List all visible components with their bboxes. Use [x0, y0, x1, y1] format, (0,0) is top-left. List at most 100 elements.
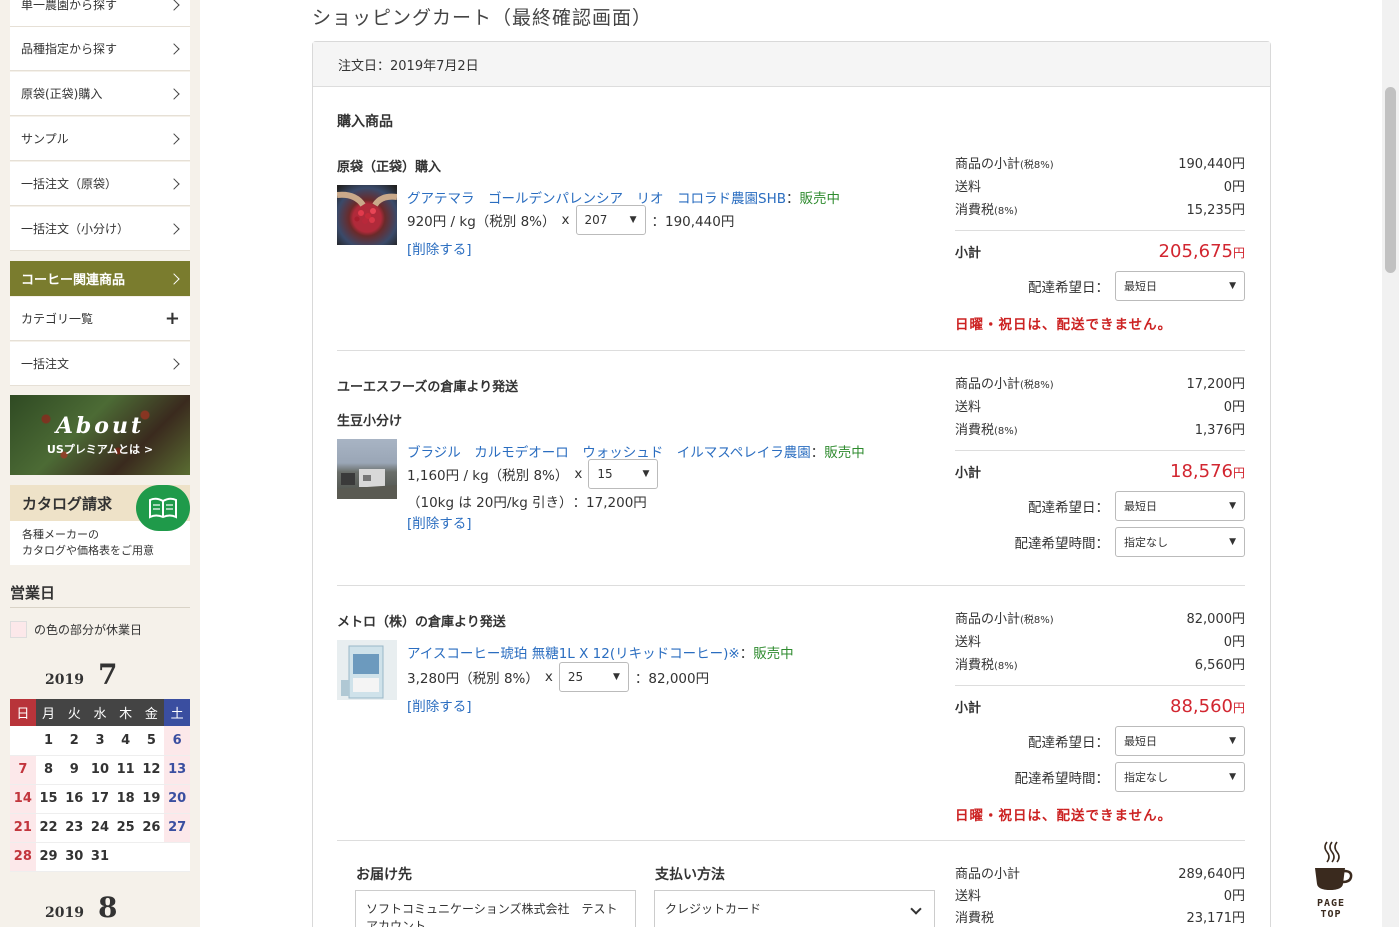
delivery-time-select[interactable]: 指定なし ▼ [1115, 762, 1245, 792]
book-icon [136, 485, 190, 531]
sidebar-item-bulk-small[interactable]: 一括注文（小分け） [10, 207, 190, 251]
delivery-date-select[interactable]: 最短日 ▼ [1115, 726, 1245, 756]
chevron-right-icon [168, 177, 180, 190]
grand-summary: 商品の小計 289,640円 送料 0円 消費税 23,171円 [955, 861, 1245, 927]
total-unit: 円 [1232, 466, 1245, 480]
business-days-title: 営業日 [10, 582, 190, 608]
calendar-day: 23 [61, 813, 88, 843]
group-summary: 商品の小計(税8%) 17,200円 送料 0円 消費税(8%) 1,376円 小計 1… [955, 371, 1245, 557]
shipping-label: 送料 [955, 180, 982, 195]
sidebar-item-variety[interactable]: 品種指定から探す [10, 27, 190, 71]
product-thumbnail[interactable] [337, 640, 397, 700]
scrollbar-thumb[interactable] [1385, 87, 1396, 273]
sidebar-item-label: 一括注文（小分け） [21, 222, 130, 236]
calendar-day: 17 [87, 784, 113, 814]
calendar-day: 12 [138, 755, 165, 785]
tax-rate: (8%) [994, 661, 1018, 672]
select-value: 最短日 [1124, 500, 1157, 513]
delivery-warning: 日曜・祝日は、配送できません。 [955, 317, 1173, 333]
unit-price: 1,160円 / kg（税別 8%） [407, 468, 569, 484]
sidebar-item-sample[interactable]: サンプル [10, 117, 190, 161]
quantity-select[interactable]: 25 ▼ [558, 662, 629, 692]
about-subtitle: USプレミアムとは > [46, 443, 154, 456]
subtotal-tax-note: (税8%) [1020, 615, 1054, 626]
product-name-link[interactable]: アイスコーヒー琥珀 無糖1L X 12(リキッドコーヒー)※ [407, 646, 740, 662]
calendar-day: 11 [112, 755, 139, 785]
times-symbol: x [561, 212, 570, 228]
total-label: 小計 [955, 701, 982, 716]
delete-link[interactable]: [削除する] [407, 512, 472, 532]
subtotal-tax-note: (税8%) [1020, 380, 1054, 391]
unit-price: 920円 / kg（税別 8%） [407, 214, 556, 230]
calendar-day: 30 [61, 842, 88, 872]
product-thumbnail[interactable] [337, 439, 397, 499]
sidebar-item-label: サンプル [21, 132, 69, 146]
sidebar-item-full-bag[interactable]: 原袋(正袋)購入 [10, 72, 190, 116]
product-thumbnail[interactable] [336, 185, 398, 245]
group-title: メトロ（株）の倉庫より発送 [337, 615, 506, 630]
caret-down-icon: ▼ [1229, 537, 1236, 547]
divider [337, 350, 1245, 351]
group-title: ユーエスフーズの倉庫より発送 [337, 380, 519, 395]
quantity-select[interactable]: 15 ▼ [588, 459, 659, 489]
delete-link[interactable]: [削除する] [407, 238, 472, 258]
calendar-day: 1 [35, 726, 62, 756]
delivery-time-select[interactable]: 指定なし ▼ [1115, 527, 1245, 557]
line-total: ：82,000円 [634, 671, 710, 687]
subtotal-label: 商品の小計 [955, 157, 1021, 172]
order-date-bar: 注文日：2019年7月2日 [313, 42, 1270, 87]
quantity-value: 25 [567, 670, 584, 684]
sidebar-item-label: 品種指定から探す [21, 42, 118, 56]
vertical-scrollbar[interactable] [1382, 0, 1399, 927]
chevron-down-icon [910, 903, 922, 915]
status-badge: 販売中 [753, 646, 794, 662]
delivery-time-label: 配達希望時間： [1014, 536, 1110, 552]
sidebar-item-category-list[interactable]: カテゴリ一覧 + [10, 297, 190, 341]
sidebar-item-bulk-full-bag[interactable]: 一括注文（原袋） [10, 162, 190, 206]
coffee-beans-image [336, 191, 398, 224]
select-value: 指定なし [1124, 536, 1168, 549]
sidebar-category-coffee-goods[interactable]: コーヒー関連商品 [10, 261, 190, 296]
page-top-button[interactable]: PAGE TOP [1303, 840, 1359, 920]
group-subtitle: 生豆小分け [337, 414, 403, 429]
legend-text: の色の部分が休業日 [34, 623, 143, 637]
calendar-day: 2 [61, 726, 88, 756]
sidebar-item-bulk-order[interactable]: 一括注文 [10, 342, 190, 386]
caret-down-icon: ▼ [1229, 772, 1236, 782]
about-banner[interactable]: About USプレミアムとは > [10, 395, 190, 475]
caret-down-icon: ▼ [642, 469, 650, 479]
catalog-request-banner[interactable]: カタログ請求 各種メーカーの カタログや価格表をご用意 [10, 485, 190, 565]
weekday-header: 金 [138, 699, 165, 726]
subtotal-value: 82,000円 [1186, 612, 1246, 627]
about-title: About [55, 413, 145, 439]
calendar-day: 19 [138, 784, 165, 814]
status-badge: 販売中 [799, 191, 840, 207]
select-value: 最短日 [1124, 735, 1157, 748]
delivery-date-select[interactable]: 最短日 ▼ [1115, 271, 1245, 301]
weekday-header: 月 [35, 699, 62, 726]
sidebar-item-single-farm[interactable]: 単一農園から探す [10, 0, 190, 27]
holiday-legend: の色の部分が休業日 [10, 621, 142, 638]
section-title: 購入商品 [337, 114, 393, 130]
grand-subtotal-value: 289,640円 [1178, 866, 1245, 882]
shipping-value: 0円 [1223, 400, 1245, 415]
calendar-day: 31 [87, 842, 113, 872]
chevron-right-icon [168, 272, 180, 285]
delivery-address-box[interactable]: ソフトコミュニケーションズ株式会社 テストアカウント [355, 890, 636, 927]
select-value: 最短日 [1124, 280, 1157, 293]
quantity-select[interactable]: 207 ▼ [575, 205, 646, 235]
line-total: ：17,200円 [572, 495, 647, 511]
price-line: 920円 / kg（税別 8%） x 207 ▼ ：190,440円 [407, 205, 734, 235]
subtotal-value: 17,200円 [1186, 377, 1246, 392]
chevron-right-icon [168, 0, 180, 11]
delete-link[interactable]: [削除する] [407, 695, 472, 715]
colon: ： [785, 191, 800, 207]
delivery-date-select[interactable]: 最短日 ▼ [1115, 491, 1245, 521]
product-row: アイスコーヒー琥珀 無糖1L X 12(リキッドコーヒー)※：販売中 [407, 642, 794, 662]
payment-method-select[interactable]: クレジットカード [654, 890, 935, 927]
calendar-day: 21 [10, 813, 36, 843]
subtotal-tax-note: (税8%) [1020, 160, 1054, 171]
calendar-day: 13 [164, 755, 190, 785]
total-unit: 円 [1232, 701, 1245, 715]
calendar-day: 5 [138, 726, 165, 756]
